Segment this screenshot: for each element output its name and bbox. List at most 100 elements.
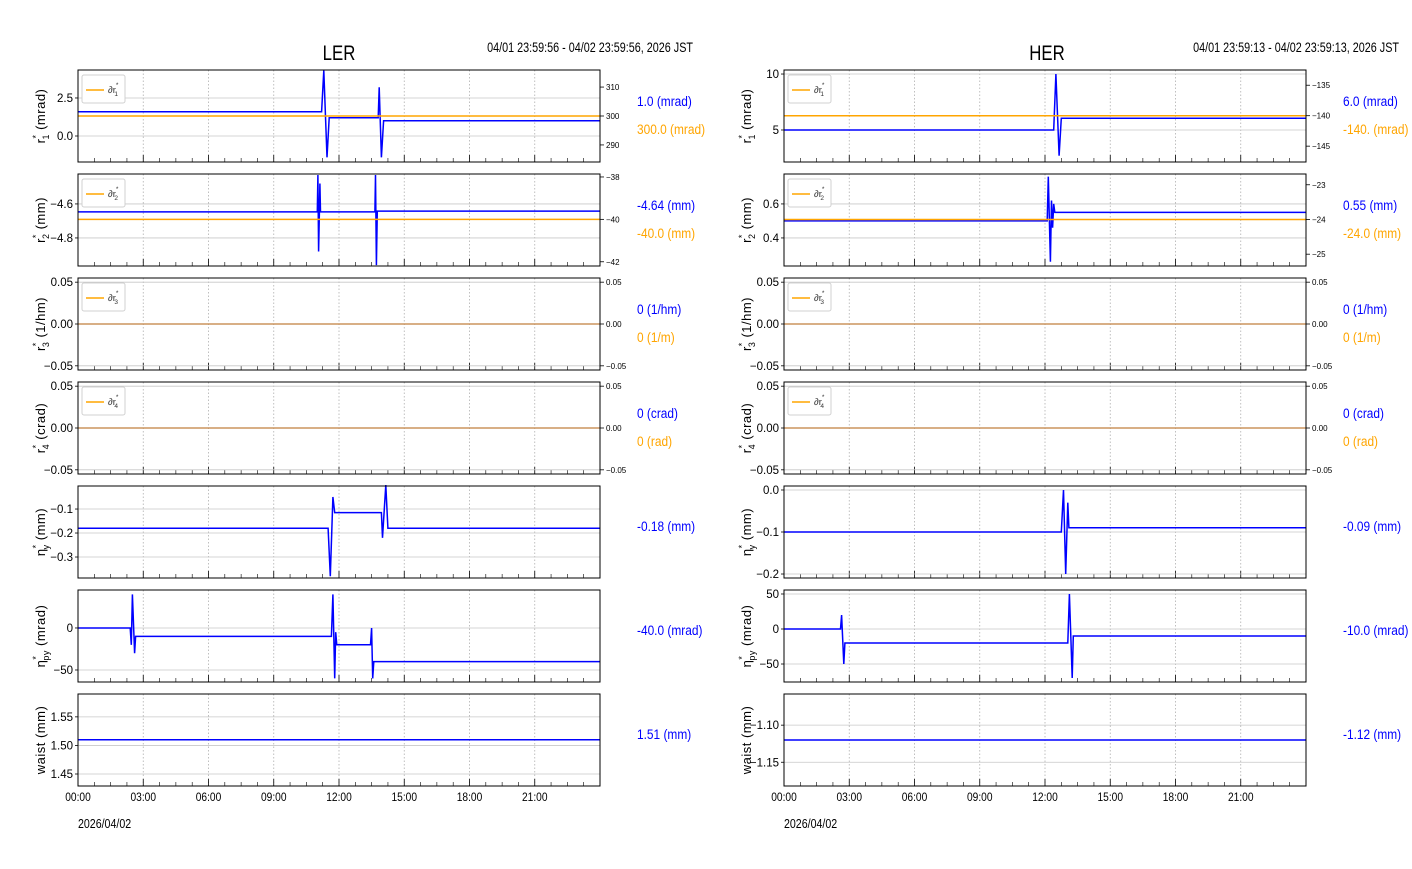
legend-sub: 3 xyxy=(820,299,824,306)
ler-column: LER 04/01 23:59:56 - 04/02 23:59:56, 2026… xyxy=(31,40,705,831)
right-y-tick-label: 0.00 xyxy=(1312,424,1328,433)
readout-orange: -24.0 (mm) xyxy=(1343,225,1401,241)
y-tick-label: 1.45 xyxy=(51,769,73,781)
y-tick-label: 0.05 xyxy=(757,381,779,393)
readout-orange: 0 (1/m) xyxy=(637,329,675,345)
beam-parameter-figure: LER 04/01 23:59:56 - 04/02 23:59:56, 2026… xyxy=(31,40,1408,831)
right-y-tick-label: −40 xyxy=(606,215,620,224)
right-y-tick-label: −23 xyxy=(1312,181,1326,190)
x-tick-label: 21:00 xyxy=(1228,791,1254,804)
y-label-symbol: waist xyxy=(33,742,48,775)
readout-orange: 300.0 (mrad) xyxy=(637,121,705,137)
x-tick-label: 18:00 xyxy=(457,791,483,804)
legend: ∂r* 3 xyxy=(81,282,126,312)
y-tick-label: −0.3 xyxy=(50,552,73,564)
y-tick-label: 0 xyxy=(773,624,779,636)
y-axis-label: r*3 (1/hm) xyxy=(31,297,51,351)
y-label-sup: * xyxy=(31,135,41,139)
y-tick-label: 1.50 xyxy=(51,740,73,752)
right-y-tick-label: −0.05 xyxy=(1312,362,1333,371)
y-axis-label: r*3 (1/hm) xyxy=(737,297,757,351)
y-tick-label: 0.0 xyxy=(57,131,73,143)
x-tick-label: 12:00 xyxy=(326,791,352,804)
right-y-tick-label: 0.05 xyxy=(606,278,622,287)
readout-orange: 0 (1/m) xyxy=(1343,329,1381,345)
panel-4: −0.05 0.00 0.05 −0.05 0.00 0.05 ∂r* 4 r*4 (crad)… xyxy=(31,381,678,477)
readout-blue: -10.0 (mrad) xyxy=(1343,622,1408,638)
x-tick-label: 09:00 xyxy=(261,791,287,804)
y-label-unit: (mrad) xyxy=(739,89,754,134)
legend: ∂r* 4 xyxy=(787,386,832,416)
right-y-tick-label: −24 xyxy=(1312,215,1326,224)
y-tick-label: −0.05 xyxy=(750,361,779,373)
y-axis-label: η*py (mrad) xyxy=(31,605,51,668)
blue-series-line xyxy=(78,484,600,577)
x-tick-label: 06:00 xyxy=(902,791,928,804)
y-label-sup: * xyxy=(31,342,41,346)
y-label-sub: py xyxy=(41,650,51,661)
panel-1: 5 10 −145 −140 −135 ∂r* 1 r*1 (mrad) 6.0 (mrad) -… xyxy=(737,69,1408,163)
readout-blue: 0 (crad) xyxy=(637,405,678,421)
readout-blue: 0 (1/hm) xyxy=(637,301,681,317)
y-tick-label: −0.2 xyxy=(50,528,73,540)
panel-5: −0.3 −0.2 −0.1η*y (mm) -0.18 (mm) xyxy=(31,484,695,579)
readout-blue: 0 (1/hm) xyxy=(1343,301,1387,317)
y-tick-label: 0.00 xyxy=(757,423,779,435)
panel-6: −50 0 η*py (mrad) -40.0 (mrad) xyxy=(31,589,702,683)
readout-blue: 0 (crad) xyxy=(1343,405,1384,421)
readout-orange: -40.0 (mm) xyxy=(637,225,695,241)
right-y-tick-label: −42 xyxy=(606,258,620,267)
legend-box xyxy=(787,178,832,208)
legend-sub: 4 xyxy=(114,403,118,410)
y-tick-label: −0.05 xyxy=(44,465,73,477)
right-y-tick-label: −0.05 xyxy=(606,466,627,475)
readout-blue: -0.09 (mm) xyxy=(1343,518,1401,534)
right-y-tick-label: −135 xyxy=(1312,81,1331,90)
y-label-sup: * xyxy=(737,342,747,346)
y-tick-label: 0.00 xyxy=(757,319,779,331)
y-tick-label: 2.5 xyxy=(57,93,73,105)
y-tick-label: 0.05 xyxy=(51,381,73,393)
date-label: 2026/04/02 xyxy=(78,817,131,831)
y-tick-label: 50 xyxy=(766,589,779,601)
y-label-unit: (crad) xyxy=(33,403,48,444)
panel-5: −0.2 −0.1 0.0 η*y (mm) -0.09 (mm) xyxy=(737,485,1401,581)
y-label-unit: (mm) xyxy=(739,508,754,544)
y-label-sub: py xyxy=(747,650,757,661)
y-axis-label: r*2 (mm) xyxy=(31,197,51,243)
panel-4: −0.05 0.00 0.05 −0.05 0.00 0.05 ∂r* 4 r*4 (crad)… xyxy=(737,381,1384,477)
y-label-unit: (mm) xyxy=(739,706,754,742)
y-axis-label: η*y (mm) xyxy=(31,508,51,556)
y-tick-label: 0.05 xyxy=(51,277,73,289)
date-label: 2026/04/02 xyxy=(784,817,837,831)
y-label-unit: (mrad) xyxy=(33,89,48,134)
y-tick-label: −4.8 xyxy=(50,233,73,245)
right-y-tick-label: −25 xyxy=(1312,250,1326,259)
legend-box xyxy=(787,386,832,416)
right-y-tick-label: 300 xyxy=(606,112,620,121)
y-tick-label: 0.4 xyxy=(763,233,780,245)
y-label-sup: * xyxy=(31,444,41,448)
readout-blue: 1.0 (mrad) xyxy=(637,93,692,109)
legend-sub: 2 xyxy=(114,195,118,202)
y-label-sup: * xyxy=(737,234,747,238)
y-label-unit: (mm) xyxy=(33,508,48,544)
legend-box xyxy=(787,74,832,104)
readout-orange: -140. (mrad) xyxy=(1343,121,1408,137)
legend-sub: 1 xyxy=(114,91,118,98)
x-tick-label: 06:00 xyxy=(196,791,222,804)
readout-orange: 0 (rad) xyxy=(1343,433,1378,449)
readout-blue: 6.0 (mrad) xyxy=(1343,93,1398,109)
readout-blue: -0.18 (mm) xyxy=(637,518,695,534)
y-tick-label: 0.0 xyxy=(763,485,779,497)
chart-title: LER xyxy=(323,42,356,65)
right-y-tick-label: 0.00 xyxy=(606,424,622,433)
y-label-unit: (mm) xyxy=(33,197,48,233)
right-y-tick-label: 0.00 xyxy=(1312,320,1328,329)
readout-blue: -4.64 (mm) xyxy=(637,197,695,213)
y-tick-label: 0.00 xyxy=(51,319,73,331)
right-y-tick-label: 310 xyxy=(606,83,620,92)
panel-3: −0.05 0.00 0.05 −0.05 0.00 0.05 ∂r* 3 r*3 (1/hm)… xyxy=(737,277,1387,373)
legend: ∂r* 1 xyxy=(81,74,126,104)
right-y-tick-label: 0.05 xyxy=(606,382,622,391)
